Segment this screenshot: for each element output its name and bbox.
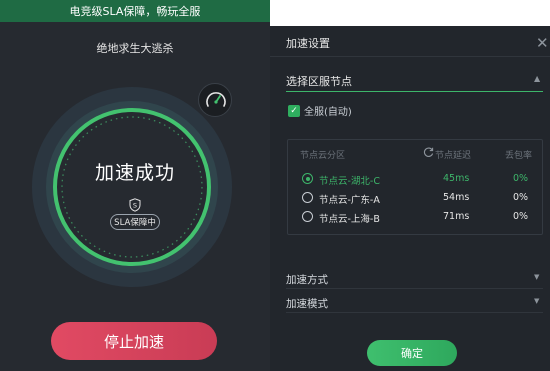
shield-icon: S <box>129 198 141 212</box>
node-section-header[interactable]: 选择区服节点 <box>286 73 352 89</box>
column-header-latency[interactable]: 节点延迟 <box>435 148 471 161</box>
confirm-button-label: 确定 <box>401 347 423 360</box>
caret-up-icon[interactable]: ▲ <box>534 74 540 83</box>
radio-unselected[interactable] <box>302 192 313 203</box>
column-header-loss: 丢包率 <box>505 151 533 161</box>
table-row[interactable]: 节点云-上海-B 71ms 0% <box>288 208 544 226</box>
node-loss: 0% <box>513 211 529 222</box>
node-latency: 45ms <box>443 173 470 184</box>
caret-down-icon[interactable]: ▼ <box>534 273 539 281</box>
node-name: 节点云-湖北-C <box>319 176 380 187</box>
dialog-divider <box>270 56 550 57</box>
acceleration-mode-select[interactable]: 加速模式 ▼ <box>286 290 543 313</box>
radio-unselected[interactable] <box>302 211 313 222</box>
sla-badge-text: SLA保障中 <box>114 218 156 228</box>
radio-selected[interactable] <box>302 173 313 184</box>
node-name: 节点云-上海-B <box>319 214 380 225</box>
node-table: 节点云分区 节点延迟 丢包率 节点云-湖北-C 45ms 0% 节点云-广东-A… <box>287 139 543 235</box>
column-header-name: 节点云分区 <box>300 151 346 161</box>
auto-select-option[interactable]: ✓ 全服(自动) <box>288 103 352 118</box>
gauge-icon <box>206 92 226 107</box>
window-gap <box>270 0 550 26</box>
banner-text: 电竞级SLA保障，畅玩全服 <box>69 5 201 18</box>
table-row[interactable]: 节点云-广东-A 54ms 0% <box>288 189 544 207</box>
acceleration-status: 加速成功 <box>94 162 175 184</box>
svg-text:S: S <box>133 202 137 210</box>
sla-status-badge: SLA保障中 <box>110 214 160 230</box>
refresh-icon[interactable] <box>423 147 434 158</box>
node-loss: 0% <box>513 192 529 203</box>
game-title: 绝地求生大逃杀 <box>96 42 174 55</box>
accelerator-panel: 电竞级SLA保障，畅玩全服 绝地求生大逃杀 加速成功 S SLA保障中 停止加速 <box>0 0 270 371</box>
stop-button-label: 停止加速 <box>103 332 164 351</box>
mode-label: 加速模式 <box>286 298 328 310</box>
confirm-button[interactable]: 确定 <box>367 340 457 366</box>
settings-dialog: 加速设置 ✕ 选择区服节点 ▲ ✓ 全服(自动) 节点云分区 节点延迟 丢包率 … <box>270 26 550 371</box>
node-latency: 54ms <box>443 192 470 203</box>
node-latency: 71ms <box>443 211 470 222</box>
dialog-title: 加速设置 <box>286 37 330 50</box>
checkbox-check-icon[interactable]: ✓ <box>288 104 300 117</box>
caret-down-icon[interactable]: ▼ <box>534 297 539 305</box>
close-icon[interactable]: ✕ <box>536 36 550 51</box>
auto-select-label: 全服(自动) <box>304 107 352 118</box>
table-row[interactable]: 节点云-湖北-C 45ms 0% <box>288 170 544 188</box>
node-loss: 0% <box>513 173 529 184</box>
stop-acceleration-button[interactable]: 停止加速 <box>51 322 217 360</box>
speed-test-button[interactable] <box>198 83 232 117</box>
node-name: 节点云-广东-A <box>319 195 380 206</box>
sla-banner: 电竞级SLA保障，畅玩全服 <box>0 0 270 22</box>
section-underline <box>286 91 543 92</box>
method-label: 加速方式 <box>286 274 328 286</box>
acceleration-method-select[interactable]: 加速方式 ▼ <box>286 266 543 289</box>
